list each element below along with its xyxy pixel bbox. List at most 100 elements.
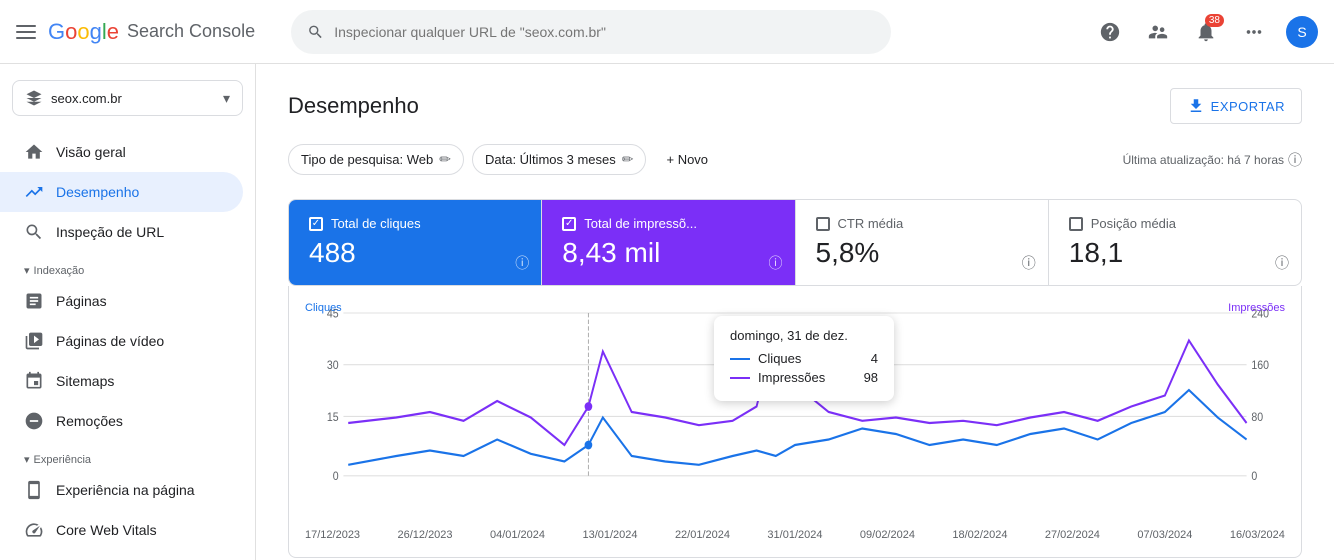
edit-icon: ✏ (439, 151, 451, 168)
tooltip-date: domingo, 31 de dez. (730, 328, 878, 343)
sitemap-icon (24, 371, 44, 391)
svg-text:15: 15 (327, 411, 339, 424)
filter-date-range[interactable]: Data: Últimos 3 meses ✏ (472, 144, 647, 175)
tooltip-row-clicks: Cliques 4 (730, 351, 878, 366)
x-label-7: 18/02/2024 (952, 529, 1007, 541)
tooltip-impressions-value: 98 (864, 370, 878, 385)
section-label-experiencia: Experiência (34, 454, 91, 466)
sidebar-item-visao-geral[interactable]: Visão geral (0, 132, 243, 172)
download-icon (1187, 97, 1205, 115)
nav-label-cwv: Core Web Vitals (56, 522, 157, 538)
info-icon-posicao: ⓘ (1275, 253, 1289, 273)
nav-label-exp-pagina: Experiência na página (56, 482, 195, 498)
metric-label-cliques: Total de cliques (309, 216, 521, 231)
domain-icon (25, 89, 43, 107)
metric-value-posicao: 18,1 (1069, 237, 1281, 269)
content-area: Desempenho EXPORTAR Tipo de pesquisa: We… (256, 64, 1334, 560)
filters-row: Tipo de pesquisa: Web ✏ Data: Últimos 3 … (288, 144, 1302, 175)
svg-text:80: 80 (1251, 411, 1263, 424)
sidebar-item-remocoes[interactable]: Remoções (0, 401, 243, 441)
apps-icon[interactable] (1238, 16, 1270, 48)
property-text: seox.com.br (51, 91, 215, 106)
sidebar-item-sitemaps[interactable]: Sitemaps (0, 361, 243, 401)
chart-tooltip: domingo, 31 de dez. Cliques 4 Impressões… (714, 316, 894, 401)
edit-icon-2: ✏ (622, 151, 634, 168)
nav-label-paginas-video: Páginas de vídeo (56, 333, 164, 349)
tooltip-line-purple (730, 377, 750, 379)
sidebar-item-desempenho[interactable]: Desempenho (0, 172, 243, 212)
chart-x-labels: 17/12/2023 26/12/2023 04/01/2024 13/01/2… (305, 525, 1285, 541)
metric-card-impressoes[interactable]: Total de impressõ... 8,43 mil ⓘ (542, 200, 795, 285)
checkbox-ctr (816, 217, 830, 231)
menu-icon[interactable] (16, 25, 36, 39)
clicks-line (348, 390, 1246, 465)
search-icon (24, 222, 44, 242)
search-icon (307, 23, 324, 41)
checkbox-impressoes (562, 217, 576, 231)
notifications-icon[interactable]: 38 (1190, 16, 1222, 48)
x-label-6: 09/02/2024 (860, 529, 915, 541)
svg-text:30: 30 (327, 360, 339, 373)
google-wordmark: Google (48, 19, 119, 45)
search-bar[interactable] (291, 10, 891, 54)
filter-search-type-label: Tipo de pesquisa: Web (301, 152, 433, 167)
info-icon-cliques: ⓘ (515, 253, 529, 273)
sidebar-item-exp-pagina[interactable]: Experiência na página (0, 470, 243, 510)
y-axis-label-left: Cliques (305, 302, 342, 314)
info-icon: ⓘ (1288, 150, 1302, 170)
search-input[interactable] (334, 24, 875, 40)
metric-card-cliques[interactable]: Total de cliques 488 ⓘ (289, 200, 542, 285)
nav-label-remocoes: Remoções (56, 413, 123, 429)
x-label-5: 31/01/2024 (767, 529, 822, 541)
svg-text:0: 0 (1251, 471, 1257, 484)
sidebar-item-paginas[interactable]: Páginas (0, 281, 243, 321)
phone-icon (24, 480, 44, 500)
sidebar: seox.com.br ▾ Visão geral Desempenho Ins… (0, 64, 256, 560)
filter-add-button[interactable]: + Novo (654, 146, 720, 173)
manage-accounts-icon[interactable] (1142, 16, 1174, 48)
info-icon-impressoes: ⓘ (769, 253, 783, 273)
x-label-8: 27/02/2024 (1045, 529, 1100, 541)
logo[interactable]: Google Search Console (48, 19, 255, 45)
property-selector[interactable]: seox.com.br ▾ (12, 80, 243, 116)
y-axis-label-right: Impressões (1228, 302, 1285, 314)
topbar-actions: 38 S (1094, 16, 1318, 48)
export-button[interactable]: EXPORTAR (1170, 88, 1302, 124)
tooltip-line-blue (730, 358, 750, 360)
x-label-0: 17/12/2023 (305, 529, 360, 541)
metric-card-ctr[interactable]: CTR média 5,8% ⓘ (796, 200, 1049, 285)
section-indexacao[interactable]: ▾ Indexação (0, 252, 255, 281)
x-label-4: 22/01/2024 (675, 529, 730, 541)
article-icon (24, 291, 44, 311)
sidebar-item-inspecao-url[interactable]: Inspeção de URL (0, 212, 243, 252)
metric-card-posicao[interactable]: Posição média 18,1 ⓘ (1049, 200, 1301, 285)
help-icon[interactable] (1094, 16, 1126, 48)
nav-label-visao-geral: Visão geral (56, 144, 126, 160)
tooltip-dot-impressions (585, 402, 593, 411)
sidebar-item-https[interactable]: HTTPS (0, 550, 243, 560)
chevron-icon: ▾ (24, 264, 30, 277)
metric-value-impressoes: 8,43 mil (562, 237, 774, 269)
svg-text:160: 160 (1251, 360, 1269, 373)
sidebar-item-paginas-video[interactable]: Páginas de vídeo (0, 321, 243, 361)
info-icon-ctr: ⓘ (1022, 253, 1036, 273)
tooltip-dot-clicks (585, 441, 593, 450)
speed-icon (24, 520, 44, 540)
notifications-badge: 38 (1205, 14, 1224, 27)
nav-label-inspecao: Inspeção de URL (56, 224, 164, 240)
avatar[interactable]: S (1286, 16, 1318, 48)
metric-label-impressoes: Total de impressõ... (562, 216, 774, 231)
chart-container[interactable]: Cliques Impressões 45 30 15 0 240 160 80… (288, 286, 1302, 558)
nav-label-sitemaps: Sitemaps (56, 373, 114, 389)
chevron-down-icon: ▾ (223, 90, 230, 107)
nav-label-desempenho: Desempenho (56, 184, 139, 200)
sidebar-item-core-web-vitals[interactable]: Core Web Vitals (0, 510, 243, 550)
x-label-2: 04/01/2024 (490, 529, 545, 541)
tooltip-clicks-value: 4 (871, 351, 878, 366)
section-experiencia[interactable]: ▾ Experiência (0, 441, 255, 470)
filter-date-label: Data: Últimos 3 meses (485, 152, 616, 167)
filter-add-label: + Novo (666, 152, 708, 167)
x-label-3: 13/01/2024 (582, 529, 637, 541)
main-layout: seox.com.br ▾ Visão geral Desempenho Ins… (0, 64, 1334, 560)
filter-search-type[interactable]: Tipo de pesquisa: Web ✏ (288, 144, 464, 175)
